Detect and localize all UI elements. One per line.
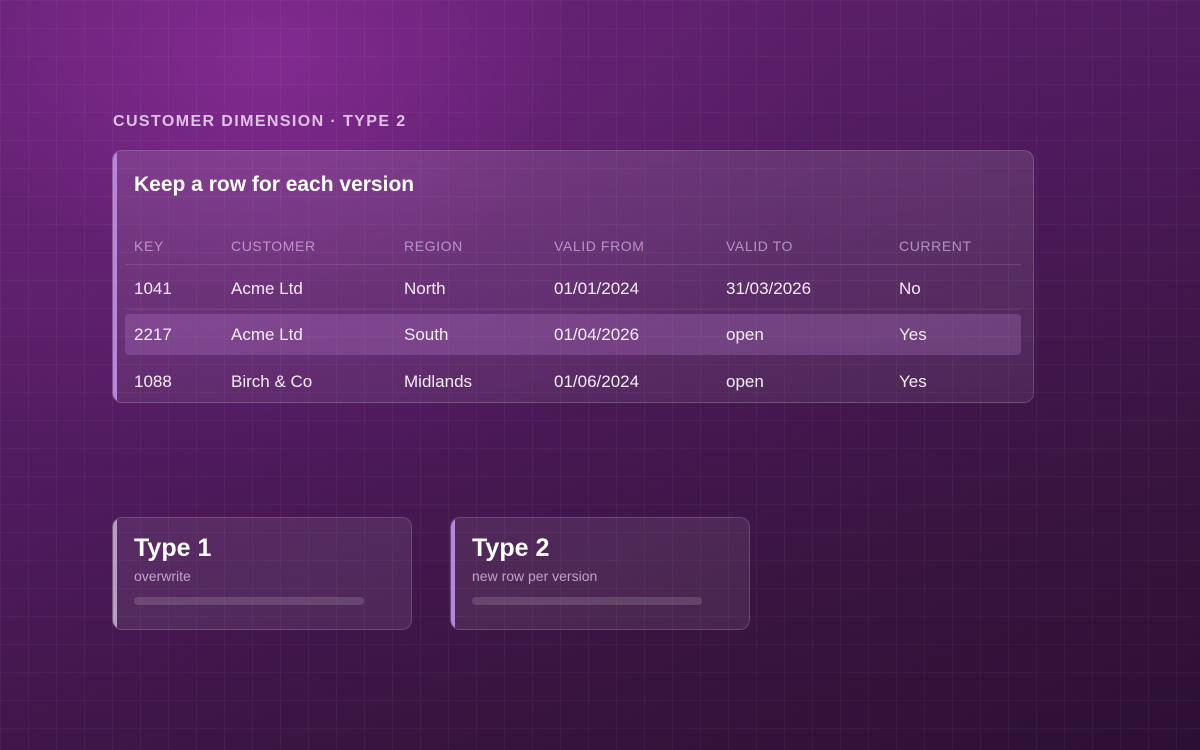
card-accent-bar bbox=[113, 518, 117, 629]
cell-key: 2217 bbox=[134, 324, 172, 344]
cell-current: Yes bbox=[899, 371, 927, 391]
table-row-highlighted[interactable]: 2217 Acme Ltd South 01/04/2026 open Yes bbox=[125, 314, 1021, 355]
cell-current: No bbox=[899, 278, 921, 298]
type-card-title: Type 1 bbox=[134, 534, 212, 562]
cell-key: 1088 bbox=[134, 371, 172, 391]
cell-valid-from: 01/01/2024 bbox=[554, 278, 640, 298]
cell-region: North bbox=[404, 278, 446, 298]
section-eyebrow: CUSTOMER DIMENSION · TYPE 2 bbox=[113, 113, 407, 130]
cell-customer: Birch & Co bbox=[231, 371, 313, 391]
cell-current: Yes bbox=[899, 324, 927, 344]
column-header-current: CURRENT bbox=[899, 237, 972, 254]
type-card-description: new row per version bbox=[472, 568, 598, 584]
type-card-bar bbox=[134, 597, 364, 605]
table-row[interactable]: 1088 Birch & Co Midlands 01/06/2024 open… bbox=[125, 361, 1021, 402]
table-row[interactable]: 1041 Acme Ltd North 01/01/2024 31/03/202… bbox=[125, 268, 1021, 310]
table-header-row: KEY CUSTOMER REGION VALID FROM VALID TO … bbox=[125, 227, 1021, 265]
type-card-bar bbox=[472, 597, 702, 605]
cell-customer: Acme Ltd bbox=[231, 278, 303, 298]
column-header-region: REGION bbox=[404, 237, 463, 254]
cell-valid-from: 01/04/2026 bbox=[554, 324, 640, 344]
cell-key: 1041 bbox=[134, 278, 172, 298]
cell-valid-from: 01/06/2024 bbox=[554, 371, 640, 391]
type-2-card[interactable]: Type 2 new row per version bbox=[450, 517, 750, 630]
table-title: Keep a row for each version bbox=[134, 173, 415, 196]
cell-region: South bbox=[404, 324, 449, 344]
column-header-valid-to: VALID TO bbox=[726, 237, 794, 254]
type-card-title: Type 2 bbox=[472, 534, 550, 562]
cell-valid-to: open bbox=[726, 324, 764, 344]
column-header-valid-from: VALID FROM bbox=[554, 237, 645, 254]
card-accent-bar bbox=[113, 151, 117, 402]
column-header-customer: CUSTOMER bbox=[231, 237, 316, 254]
cell-valid-to: open bbox=[726, 371, 764, 391]
scd-table-card: Keep a row for each version KEY CUSTOMER… bbox=[112, 150, 1034, 403]
cell-valid-to: 31/03/2026 bbox=[726, 278, 812, 298]
card-accent-bar bbox=[451, 518, 455, 629]
column-header-key: KEY bbox=[134, 237, 164, 254]
type-1-card[interactable]: Type 1 overwrite bbox=[112, 517, 412, 630]
cell-customer: Acme Ltd bbox=[231, 324, 303, 344]
type-card-description: overwrite bbox=[134, 568, 191, 584]
cell-region: Midlands bbox=[404, 371, 473, 391]
